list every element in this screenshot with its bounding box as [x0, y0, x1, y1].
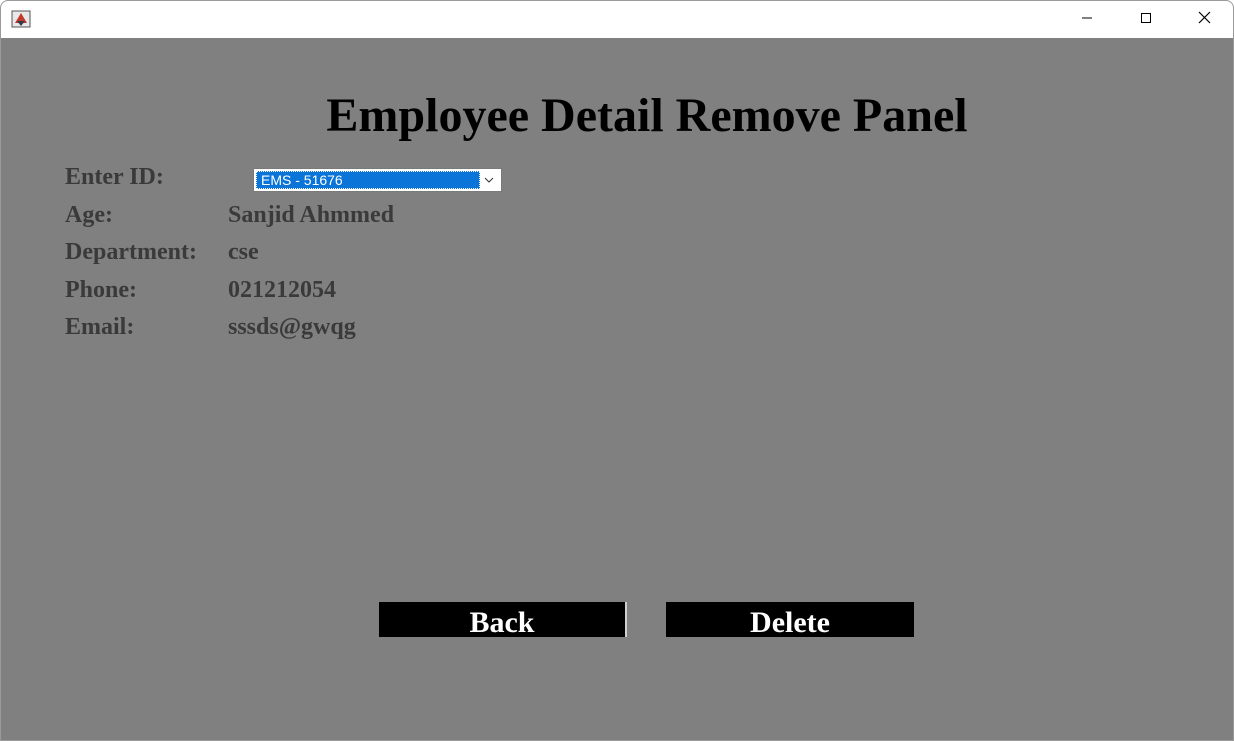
age-value: Sanjid Ahmmed [228, 202, 395, 228]
maximize-button[interactable] [1117, 1, 1175, 38]
phone-value: 021212054 [228, 277, 336, 303]
employee-id-selected-value[interactable]: EMS - 51676 [256, 171, 480, 189]
title-bar[interactable] [1, 1, 1233, 38]
email-label: Email: [65, 314, 135, 340]
close-icon [1198, 11, 1211, 29]
department-value: cse [228, 239, 259, 265]
id-label: Enter ID: [65, 164, 164, 190]
maximize-icon [1140, 11, 1152, 29]
minimize-icon [1081, 11, 1093, 29]
email-value: sssds@gwqg [228, 314, 356, 340]
close-button[interactable] [1175, 1, 1233, 38]
delete-button[interactable]: Delete [666, 602, 914, 639]
java-app-icon[interactable] [11, 10, 31, 28]
page-title: Employee Detail Remove Panel [326, 89, 968, 142]
back-button[interactable]: Back [379, 602, 627, 639]
employee-id-select[interactable]: EMS - 51676 [253, 168, 502, 192]
chevron-down-icon[interactable] [480, 172, 498, 188]
main-panel: Employee Detail Remove Panel Enter ID: E… [1, 38, 1233, 740]
app-window: Employee Detail Remove Panel Enter ID: E… [0, 0, 1234, 741]
phone-label: Phone: [65, 277, 137, 303]
age-label: Age: [65, 202, 113, 228]
department-label: Department: [65, 239, 197, 265]
minimize-button[interactable] [1058, 1, 1116, 38]
